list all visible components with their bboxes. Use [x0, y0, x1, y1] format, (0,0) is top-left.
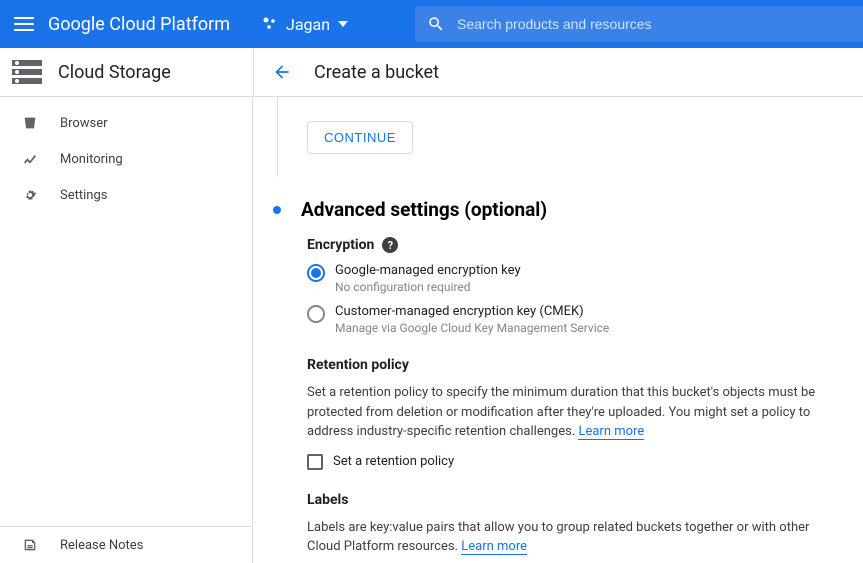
sidebar-item-label: Settings — [60, 188, 107, 203]
page-title: Create a bucket — [314, 62, 439, 83]
left-sidebar: Browser Monitoring Settings Release N — [0, 97, 253, 563]
radio-label: Google-managed encryption key — [335, 263, 521, 278]
chevron-down-icon — [338, 21, 348, 27]
labels-description: Labels are key:value pairs that allow yo… — [307, 518, 823, 557]
sidebar-item-label: Browser — [60, 116, 108, 131]
labels-learn-more-link[interactable]: Learn more — [461, 539, 527, 555]
chart-icon — [20, 151, 40, 167]
checkbox-icon — [307, 454, 323, 470]
radio-sublabel: Manage via Google Cloud Key Management S… — [335, 321, 609, 335]
sidebar-item-browser[interactable]: Browser — [0, 105, 252, 141]
sidebar-item-label: Monitoring — [60, 152, 123, 167]
radio-unselected-icon — [307, 305, 325, 323]
step-title: Advanced settings (optional) — [301, 198, 547, 221]
notes-icon — [20, 537, 40, 553]
help-icon[interactable]: ? — [382, 237, 398, 253]
set-retention-policy-checkbox[interactable]: Set a retention policy — [307, 454, 823, 470]
platform-logo[interactable]: Google Cloud Platform — [48, 14, 230, 35]
checkbox-label: Set a retention policy — [333, 454, 454, 469]
retention-learn-more-link[interactable]: Learn more — [578, 424, 644, 440]
sidebar-item-release-notes[interactable]: Release Notes — [0, 527, 252, 563]
continue-button[interactable]: CONTINUE — [307, 121, 413, 154]
radio-customer-managed-key[interactable]: Customer-managed encryption key (CMEK) M… — [307, 304, 823, 335]
radio-label: Customer-managed encryption key (CMEK) — [335, 304, 609, 319]
step-header-advanced: Advanced settings (optional) — [269, 198, 863, 221]
labels-heading: Labels — [307, 492, 823, 508]
step-indicator-dot — [273, 206, 281, 214]
page-header: Create a bucket — [253, 48, 863, 96]
sidebar-item-settings[interactable]: Settings — [0, 177, 252, 213]
radio-google-managed-key[interactable]: Google-managed encryption key No configu… — [307, 263, 823, 294]
sidebar-item-label: Release Notes — [60, 538, 143, 553]
main-content: CONTINUE Advanced settings (optional) En… — [253, 97, 863, 563]
back-button[interactable] — [270, 62, 294, 82]
sub-header: Cloud Storage Create a bucket — [0, 48, 863, 97]
encryption-heading: Encryption ? — [307, 237, 823, 253]
product-title: Cloud Storage — [58, 62, 171, 83]
radio-sublabel: No configuration required — [335, 280, 521, 294]
radio-selected-icon — [307, 264, 325, 282]
arrow-left-icon — [272, 62, 292, 82]
cloud-storage-icon — [12, 60, 42, 84]
sidebar-item-monitoring[interactable]: Monitoring — [0, 141, 252, 177]
project-name: Jagan — [286, 15, 330, 34]
gear-icon — [20, 187, 40, 203]
product-header: Cloud Storage — [0, 48, 253, 96]
top-bar: Google Cloud Platform Jagan — [0, 0, 863, 48]
search-icon — [427, 15, 445, 33]
search-input[interactable] — [457, 16, 851, 32]
stepper-line — [277, 97, 278, 177]
project-selector[interactable]: Jagan — [254, 15, 356, 34]
menu-icon — [14, 17, 34, 31]
retention-heading: Retention policy — [307, 357, 823, 373]
project-icon — [262, 16, 278, 32]
bucket-icon — [20, 115, 40, 131]
search-box[interactable] — [415, 6, 863, 42]
retention-description: Set a retention policy to specify the mi… — [307, 383, 823, 442]
hamburger-menu-button[interactable] — [0, 0, 48, 48]
